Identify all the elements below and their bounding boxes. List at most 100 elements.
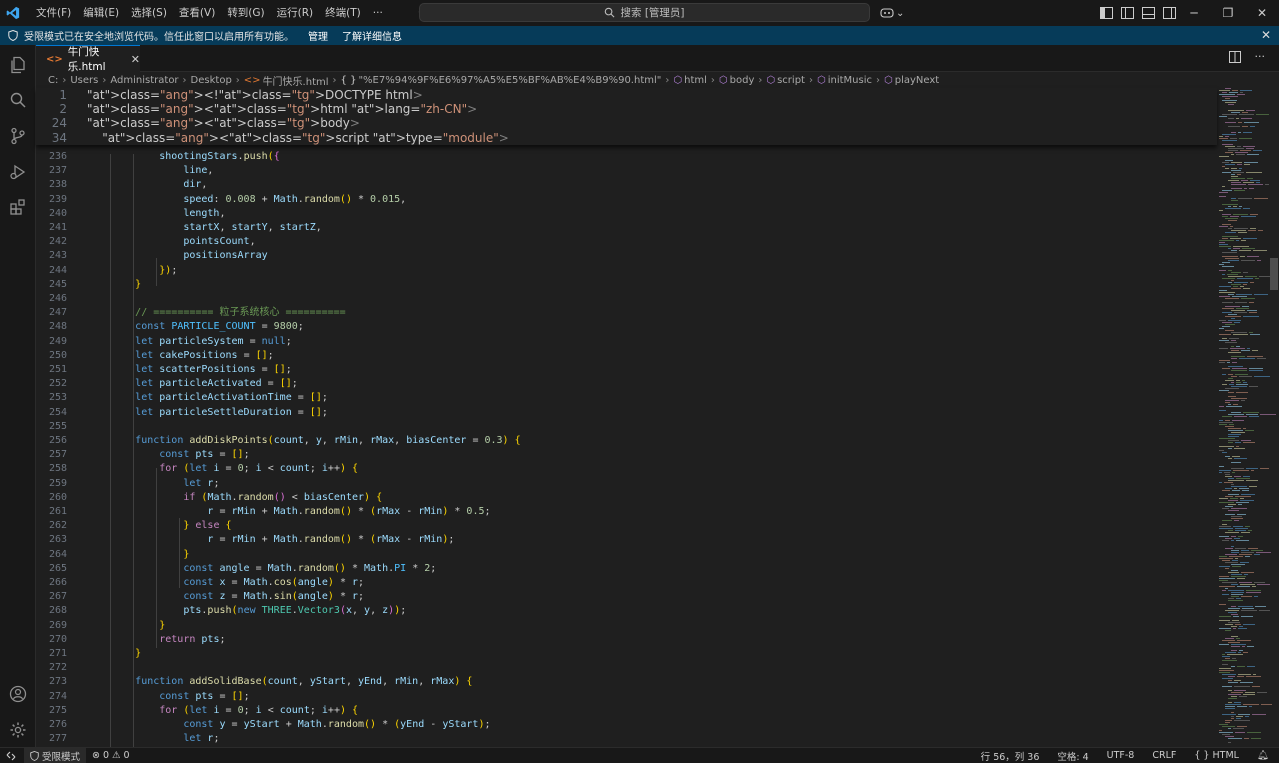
breadcrumb-symbol-script[interactable]: script bbox=[777, 75, 805, 86]
code-line[interactable]: 264 } bbox=[36, 548, 1217, 562]
code-line[interactable]: 262 } else { bbox=[36, 519, 1217, 533]
minimap[interactable] bbox=[1217, 88, 1279, 747]
code-line[interactable]: 272 bbox=[36, 661, 1217, 675]
breadcrumb-symbol-playnext[interactable]: playNext bbox=[895, 75, 939, 86]
code-line[interactable]: 251 let scatterPositions = []; bbox=[36, 363, 1217, 377]
banner-learn-more-link[interactable]: 了解详细信息 bbox=[342, 28, 402, 43]
code-line[interactable]: 248 const PARTICLE_COUNT = 9800; bbox=[36, 320, 1217, 334]
minimize-button[interactable]: ─ bbox=[1177, 0, 1211, 26]
close-tab-icon[interactable]: ✕ bbox=[131, 53, 140, 66]
problems-status[interactable]: ⊗ 0 ⚠ 0 bbox=[92, 748, 130, 763]
menu-go[interactable]: 转到(G) bbox=[221, 2, 270, 24]
tab-html-file[interactable]: <> 牛门快乐.html ✕ bbox=[36, 45, 140, 73]
code-line[interactable]: 1 "at">class="ang"><!"at">class="tg">DOCT… bbox=[36, 88, 1217, 102]
run-debug-icon[interactable] bbox=[6, 160, 30, 184]
breadcrumb-symbol-initmusic[interactable]: initMusic bbox=[828, 75, 872, 86]
code-line[interactable]: 260 if (Math.random() < biasCenter) { bbox=[36, 491, 1217, 505]
code-line[interactable]: 253 let particleActivationTime = []; bbox=[36, 391, 1217, 405]
code-line[interactable]: 259 let r; bbox=[36, 477, 1217, 491]
code-line[interactable]: 252 let particleActivated = []; bbox=[36, 377, 1217, 391]
menu-edit[interactable]: 编辑(E) bbox=[77, 2, 125, 24]
more-actions-icon[interactable]: ··· bbox=[1255, 51, 1266, 63]
breadcrumb-symbol-document[interactable]: "%E7%94%9F%E6%97%A5%E5%BF%AB%E4%B9%90.ht… bbox=[358, 75, 661, 86]
indentation[interactable]: 空格: 4 bbox=[1057, 749, 1088, 763]
account-icon[interactable] bbox=[6, 682, 30, 706]
code-line[interactable]: 247 // ========== 粒子系统核心 ========== bbox=[36, 306, 1217, 320]
code-line[interactable]: 242 pointsCount, bbox=[36, 235, 1217, 249]
restore-button[interactable]: ❐ bbox=[1211, 0, 1245, 26]
split-editor-icon[interactable] bbox=[1228, 51, 1241, 63]
vertical-scrollbar-thumb[interactable] bbox=[1270, 258, 1278, 290]
search-icon[interactable] bbox=[6, 88, 30, 112]
code-line[interactable]: 244 }); bbox=[36, 264, 1217, 278]
command-center-search[interactable]: 搜索 [管理员] bbox=[419, 3, 870, 22]
sticky-scroll-header[interactable]: 1 "at">class="ang"><!"at">class="tg">DOCT… bbox=[36, 88, 1217, 145]
breadcrumb-users[interactable]: Users bbox=[70, 75, 98, 86]
settings-gear-icon[interactable] bbox=[6, 718, 30, 742]
toggle-secondary-sidebar-icon[interactable] bbox=[1161, 4, 1178, 21]
menu-terminal[interactable]: 终端(T) bbox=[319, 2, 367, 24]
code-line[interactable]: 275 for (let i = 0; i < count; i++) { bbox=[36, 704, 1217, 718]
code-line[interactable]: 2 "at">class="ang"><"at">class="tg">html … bbox=[36, 102, 1217, 116]
breadcrumb-file[interactable]: 牛门快乐.html bbox=[263, 73, 329, 88]
code-line[interactable]: 24 "at">class="ang"><"at">class="tg">body… bbox=[36, 116, 1217, 130]
code-line[interactable]: 273 function addSolidBase(count, yStart,… bbox=[36, 675, 1217, 689]
close-window-button[interactable]: ✕ bbox=[1245, 0, 1279, 26]
code-line[interactable]: 237 line, bbox=[36, 164, 1217, 178]
code-line[interactable]: 265 const angle = Math.random() * Math.P… bbox=[36, 562, 1217, 576]
code-line[interactable]: 267 const z = Math.sin(angle) * r; bbox=[36, 590, 1217, 604]
code-line[interactable]: 255 bbox=[36, 420, 1217, 434]
code-line[interactable]: 257 const pts = []; bbox=[36, 448, 1217, 462]
restricted-mode-status[interactable]: 受限模式 bbox=[24, 748, 87, 763]
extensions-icon[interactable] bbox=[6, 195, 30, 219]
code-line[interactable]: 250 let cakePositions = []; bbox=[36, 349, 1217, 363]
code-line[interactable]: 268 pts.push(new THREE.Vector3(x, y, z))… bbox=[36, 604, 1217, 618]
line-endings[interactable]: CRLF bbox=[1152, 750, 1176, 761]
breadcrumb-administrator[interactable]: Administrator bbox=[110, 75, 178, 86]
code-line[interactable]: 271 } bbox=[36, 647, 1217, 661]
banner-close-icon[interactable]: ✕ bbox=[1261, 28, 1271, 42]
code-line[interactable]: 238 dir, bbox=[36, 178, 1217, 192]
source-control-icon[interactable] bbox=[6, 124, 30, 148]
menu-more[interactable]: ··· bbox=[367, 2, 389, 24]
code-line[interactable]: 240 length, bbox=[36, 207, 1217, 221]
code-line[interactable]: 261 r = rMin + Math.random() * (rMax - r… bbox=[36, 505, 1217, 519]
code-line[interactable]: 270 return pts; bbox=[36, 633, 1217, 647]
breadcrumb-desktop[interactable]: Desktop bbox=[191, 75, 232, 86]
explorer-icon[interactable] bbox=[6, 53, 30, 77]
code-line[interactable]: 276 const y = yStart + Math.random() * (… bbox=[36, 718, 1217, 732]
code-line[interactable]: 277 let r; bbox=[36, 732, 1217, 746]
notifications-bell-icon[interactable]: 🔔︎ bbox=[1257, 750, 1269, 761]
toggle-sidebar-icon[interactable] bbox=[1119, 4, 1136, 21]
breadcrumb-symbol-body[interactable]: body bbox=[730, 75, 755, 86]
code-line[interactable]: 258 for (let i = 0; i < count; i++) { bbox=[36, 462, 1217, 476]
code-line[interactable]: 34 "at">class="ang"><"at">class="tg">scr… bbox=[36, 131, 1217, 145]
code-line[interactable]: 254 let particleSettleDuration = []; bbox=[36, 406, 1217, 420]
code-line[interactable]: 274 const pts = []; bbox=[36, 690, 1217, 704]
code-line[interactable]: 266 const x = Math.cos(angle) * r; bbox=[36, 576, 1217, 590]
code-line[interactable]: 269 } bbox=[36, 619, 1217, 633]
code-line[interactable]: 239 speed: 0.008 + Math.random() * 0.015… bbox=[36, 193, 1217, 207]
breadcrumb-symbol-html[interactable]: html bbox=[684, 75, 707, 86]
menu-selection[interactable]: 选择(S) bbox=[125, 2, 173, 24]
code-line[interactable]: 236 shootingStars.push({ bbox=[36, 150, 1217, 164]
code-line[interactable]: 249 let particleSystem = null; bbox=[36, 335, 1217, 349]
remote-indicator-icon[interactable] bbox=[0, 748, 22, 763]
menu-view[interactable]: 查看(V) bbox=[173, 2, 221, 24]
toggle-panel-icon[interactable] bbox=[1140, 4, 1157, 21]
code-line[interactable]: 241 startX, startY, startZ, bbox=[36, 221, 1217, 235]
code-line[interactable]: 256 function addDiskPoints(count, y, rMi… bbox=[36, 434, 1217, 448]
menu-file[interactable]: 文件(F) bbox=[30, 2, 77, 24]
encoding[interactable]: UTF-8 bbox=[1107, 750, 1135, 761]
code-editor[interactable]: 235236 shootingStars.push({237 line,238 … bbox=[36, 88, 1217, 747]
code-line[interactable]: 243 positionsArray bbox=[36, 249, 1217, 263]
copilot-button[interactable]: ⌄ bbox=[880, 3, 904, 23]
code-line[interactable]: 246 bbox=[36, 292, 1217, 306]
language-mode[interactable]: { } HTML bbox=[1194, 750, 1239, 761]
menu-run[interactable]: 运行(R) bbox=[271, 2, 320, 24]
code-line[interactable]: 263 r = rMin + Math.random() * (rMax - r… bbox=[36, 533, 1217, 547]
cursor-position[interactable]: 行 56，列 36 bbox=[981, 749, 1040, 763]
banner-manage-link[interactable]: 管理 bbox=[308, 28, 328, 43]
breadcrumb-drive[interactable]: C: bbox=[48, 75, 58, 86]
toggle-primary-sidebar-icon[interactable] bbox=[1098, 4, 1115, 21]
